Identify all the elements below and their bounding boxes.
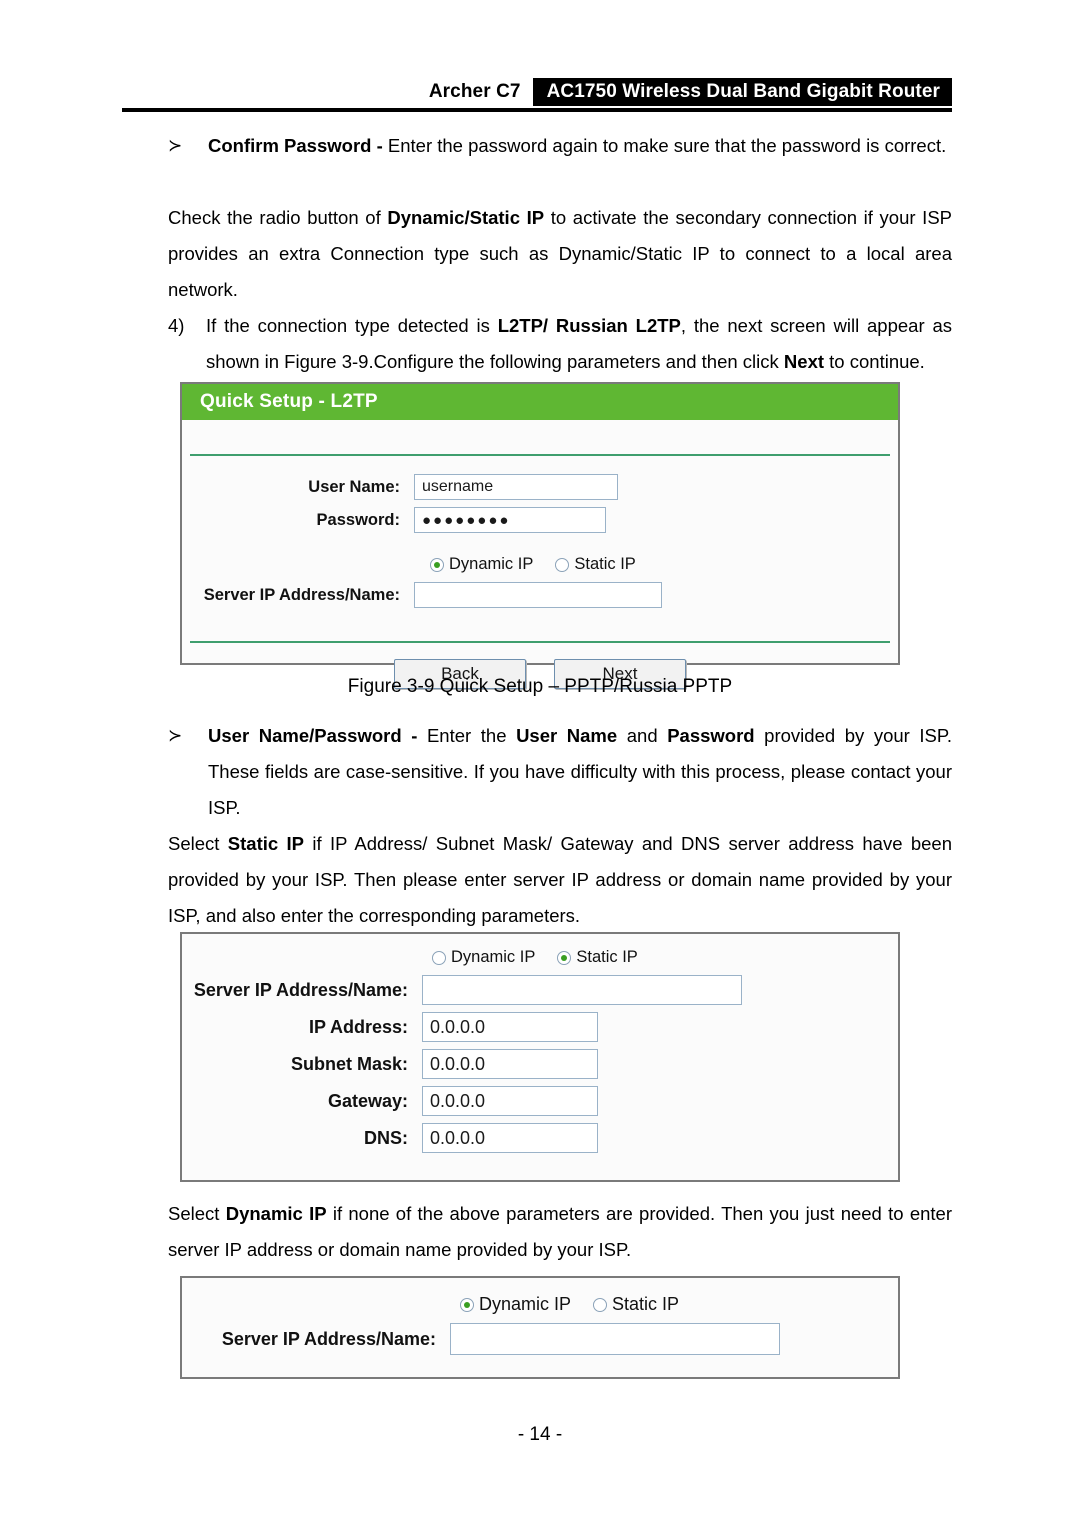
figure1-radio-dynamic-ip-label: Dynamic IP [449, 555, 534, 573]
bullet-username-password-text: User Name/Password - Enter the User Name… [208, 718, 952, 826]
step-4-text: If the connection type detected is L2TP/… [206, 308, 952, 380]
figure2-radio-static-ip-label: Static IP [576, 948, 638, 966]
figure2-radio-dynamic-ip[interactable]: Dynamic IP [432, 948, 535, 967]
figure1-username-label: User Name: [308, 477, 400, 496]
unp-bold2: Password [667, 725, 755, 746]
step4-part1: If the connection type detected is [206, 315, 498, 336]
bullet-confirm-password-text: Confirm Password - Enter the password ag… [208, 128, 952, 164]
radio-selected-icon [460, 1297, 474, 1312]
step4-bold1: L2TP/ Russian L2TP [497, 315, 681, 336]
figure1-password-label: Password: [316, 510, 400, 529]
page-number: - 14 - [517, 1424, 563, 1445]
psi-part1: Select [168, 833, 228, 854]
figure1-title-gap [182, 420, 898, 454]
figure-quick-setup-l2tp: Quick Setup - L2TP User Name: username P… [180, 382, 900, 689]
figure1-password-row: Password: ●●●●●●●● [182, 507, 898, 533]
term-username-password: User Name/Password - [208, 725, 418, 746]
figure1-connection-type-radios: Dynamic IP Static IP [182, 555, 898, 574]
figure2-radio-static-ip[interactable]: Static IP [557, 948, 638, 967]
figure3-radio-static-ip-label: Static IP [612, 1294, 680, 1314]
figure2-radio-dynamic-ip-label: Dynamic IP [451, 948, 536, 966]
figure1-radio-static-ip[interactable]: Static IP [555, 555, 636, 574]
figure3-row-server: Server IP Address/Name: [182, 1323, 898, 1355]
term-confirm-password: Confirm Password - [208, 135, 383, 156]
figure2-label-gateway: Gateway: [327, 1090, 408, 1111]
figure2-row-ip-address: IP Address: 0.0.0.0 [182, 1012, 898, 1042]
figure3-radio-dynamic-ip-label: Dynamic IP [479, 1294, 572, 1314]
figure3-connection-type-radios: Dynamic IP Static IP [182, 1294, 898, 1315]
figure2-fields: Server IP Address/Name: IP Address: 0.0.… [182, 975, 898, 1153]
para-ds-part1: Check the radio button of [168, 207, 388, 228]
figure-caption: Figure 3-9 Quick Setup – PPTP/Russia PPT… [347, 676, 733, 697]
paragraph-dynamic-ip: Select Dynamic IP if none of the above p… [168, 1196, 952, 1268]
figure2-input-gateway[interactable]: 0.0.0.0 [422, 1086, 598, 1116]
header-model-name: Archer C7 [428, 81, 521, 102]
bullet-username-password: ≻ User Name/Password - Enter the User Na… [168, 718, 952, 826]
figure2-input-server[interactable] [422, 975, 742, 1005]
figure3-radio-static-ip[interactable]: Static IP [593, 1294, 679, 1315]
figure-static-ip-form: Dynamic IP Static IP Server IP Address/N… [180, 932, 900, 1182]
figure2-input-dns[interactable]: 0.0.0.0 [422, 1123, 598, 1153]
figure2-row-subnet-mask: Subnet Mask: 0.0.0.0 [182, 1049, 898, 1079]
figure1-server-row: Server IP Address/Name: [182, 582, 898, 608]
radio-unselected-icon [555, 557, 570, 572]
bullet-marker-icon: ≻ [168, 136, 183, 155]
pdi-bold1: Dynamic IP [225, 1203, 327, 1224]
running-header: Archer C7 AC1750 Wireless Dual Band Giga… [122, 78, 952, 114]
figure-dynamic-ip-form: Dynamic IP Static IP Server IP Address/N… [180, 1276, 900, 1379]
figure1-username-row: User Name: username [182, 474, 898, 500]
step-4: 4) If the connection type detected is L2… [168, 308, 952, 380]
paragraph-static-ip: Select Static IP if IP Address/ Subnet M… [168, 826, 952, 934]
unp-part2: and [617, 725, 668, 746]
figure1-server-input[interactable] [414, 582, 662, 608]
figure2-label-subnet-mask: Subnet Mask: [290, 1053, 408, 1074]
psi-bold1: Static IP [227, 833, 304, 854]
figure1-radio-dynamic-ip[interactable]: Dynamic IP [430, 555, 533, 574]
unp-part1: Enter the [417, 725, 517, 746]
figure3-label-server: Server IP Address/Name: [221, 1328, 436, 1349]
figure2-input-ip-address[interactable]: 0.0.0.0 [422, 1012, 598, 1042]
paragraph-dynamic-static-ip: Check the radio button of Dynamic/Static… [168, 200, 952, 308]
radio-selected-icon [557, 950, 572, 965]
figure1-body: User Name: username Password: ●●●●●●●● D… [182, 456, 898, 625]
bullet-confirm-password: ≻ Confirm Password - Enter the password … [168, 128, 952, 164]
figure3-input-server[interactable] [450, 1323, 780, 1355]
figure3-radio-dynamic-ip[interactable]: Dynamic IP [460, 1294, 571, 1315]
header-product-name: AC1750 Wireless Dual Band Gigabit Router [532, 78, 952, 106]
pdi-part1: Select [168, 1203, 226, 1224]
para-ds-bold1: Dynamic/Static IP [387, 207, 545, 228]
step4-bold2: Next [783, 351, 825, 372]
figure1-password-input[interactable]: ●●●●●●●● [414, 507, 606, 533]
unp-bold1: User Name [516, 725, 618, 746]
figure1-radio-static-ip-label: Static IP [574, 555, 636, 573]
figure2-connection-type-radios: Dynamic IP Static IP [182, 948, 898, 967]
header-rule [122, 108, 952, 112]
figure2-row-server: Server IP Address/Name: [182, 975, 898, 1005]
term-confirm-password-body: Enter the password again to make sure th… [382, 135, 947, 156]
figure2-input-subnet-mask[interactable]: 0.0.0.0 [422, 1049, 598, 1079]
step4-part3: to continue. [824, 351, 925, 372]
figure2-label-ip-address: IP Address: [308, 1016, 408, 1037]
document-page: Archer C7 AC1750 Wireless Dual Band Giga… [0, 0, 1080, 1527]
figure1-server-label: Server IP Address/Name: [203, 585, 400, 604]
figure1-username-input[interactable]: username [414, 474, 618, 500]
radio-unselected-icon [593, 1297, 608, 1312]
figure2-label-dns: DNS: [364, 1127, 408, 1148]
step-4-number: 4) [168, 315, 185, 336]
radio-unselected-icon [432, 950, 446, 965]
figure2-label-server: Server IP Address/Name: [193, 979, 408, 1000]
bullet-marker-icon: ≻ [168, 726, 183, 745]
figure2-row-gateway: Gateway: 0.0.0.0 [182, 1086, 898, 1116]
figure2-row-dns: DNS: 0.0.0.0 [182, 1123, 898, 1153]
figure1-titlebar: Quick Setup - L2TP [182, 384, 898, 420]
radio-selected-icon [430, 557, 444, 572]
